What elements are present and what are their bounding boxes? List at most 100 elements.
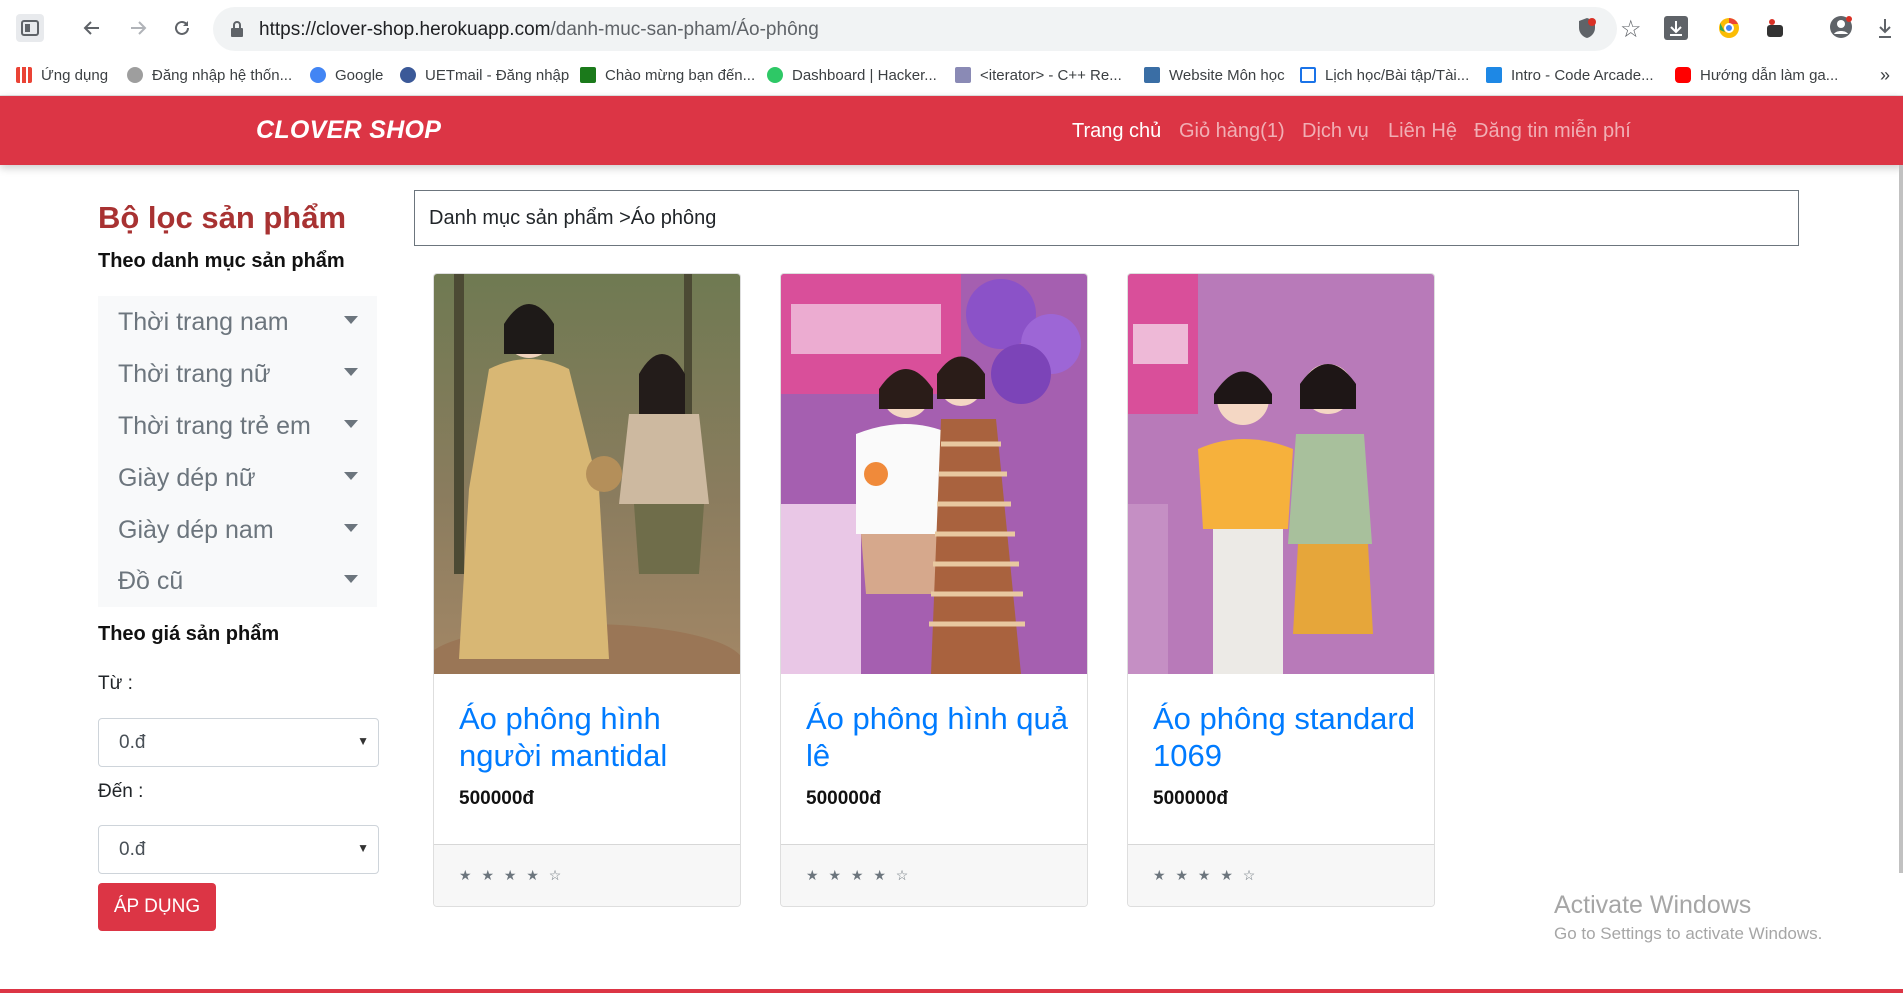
- footer-divider: [0, 989, 1903, 993]
- caret-down-icon: [344, 420, 358, 428]
- bookmark-hackerrank[interactable]: Dashboard | Hacker...: [767, 63, 937, 87]
- apps-grid-icon: [16, 67, 32, 83]
- caret-down-icon: [344, 472, 358, 480]
- category-item[interactable]: Giày dép nữ: [118, 464, 368, 494]
- select-caret-icon: ▼: [357, 734, 369, 748]
- bookmark-label: Ứng dụng: [41, 66, 109, 84]
- bookmark-label: Đăng nhập hệ thốn...: [152, 66, 293, 84]
- bookmark-cpp[interactable]: <iterator> - C++ Re...: [955, 63, 1122, 87]
- product-image[interactable]: [1128, 274, 1434, 674]
- bookmark-youtube[interactable]: Hướng dẫn làm ga...: [1675, 63, 1838, 87]
- nav-services[interactable]: Dịch vụ: [1302, 120, 1369, 143]
- filter-price-heading: Theo giá sản phẩm: [98, 623, 280, 645]
- youtube-icon: [1675, 67, 1691, 83]
- filter-category-heading: Theo danh mục sản phẩm: [98, 250, 345, 272]
- card-footer: ★ ★ ★ ★ ☆: [434, 844, 740, 906]
- rating-stars: ★ ★ ★ ★ ☆: [1153, 867, 1259, 883]
- category-list: Thời trang nam Thời trang nữ Thời trang …: [98, 296, 377, 607]
- product-title[interactable]: Áo phông hình người mantidal: [459, 700, 729, 774]
- bookmark-label: Lịch học/Bài tập/Tài...: [1325, 66, 1470, 84]
- bookmarks-more-button[interactable]: »: [1880, 63, 1890, 87]
- address-bar[interactable]: https://clover-shop.herokuapp.com/danh-m…: [213, 7, 1642, 51]
- price-from-value: 0.đ: [119, 732, 146, 753]
- nav-cart[interactable]: Giỏ hàng(1): [1179, 120, 1285, 143]
- product-card[interactable]: Áo phông standard 1069 500000đ ★ ★ ★ ★ ☆: [1127, 273, 1435, 907]
- bookmark-star-icon[interactable]: ☆: [1620, 15, 1642, 44]
- forward-arrow-icon[interactable]: [124, 14, 152, 42]
- product-price: 500000đ: [1153, 788, 1229, 809]
- rating-stars: ★ ★ ★ ★ ☆: [459, 867, 565, 883]
- product-title[interactable]: Áo phông standard 1069: [1153, 700, 1423, 774]
- category-item[interactable]: Giày dép nam: [118, 516, 368, 546]
- globe-icon: [127, 67, 143, 83]
- filter-title: Bộ lọc sản phẩm: [98, 200, 347, 235]
- rating-stars: ★ ★ ★ ★ ☆: [806, 867, 912, 883]
- card-footer: ★ ★ ★ ★ ☆: [781, 844, 1087, 906]
- extension-icon[interactable]: [1764, 17, 1786, 44]
- price-from-select[interactable]: 0.đ ▼: [98, 718, 379, 767]
- caret-down-icon: [344, 524, 358, 532]
- page-scrollbar[interactable]: [1899, 165, 1903, 873]
- url-text: https://clover-shop.herokuapp.com/danh-m…: [259, 19, 819, 41]
- bookmark-google[interactable]: Google: [310, 63, 383, 87]
- category-label: Thời trang nữ: [118, 360, 271, 388]
- product-image[interactable]: [781, 274, 1087, 674]
- product-title[interactable]: Áo phông hình quả lê: [806, 700, 1076, 774]
- bookmarks-bar: Ứng dụng Đăng nhập hệ thốn... Google UET…: [0, 57, 1903, 96]
- hackerrank-icon: [767, 67, 783, 83]
- category-item[interactable]: Đồ cũ: [118, 567, 368, 597]
- google-icon: [310, 67, 326, 83]
- bookmark-apps[interactable]: Ứng dụng: [16, 63, 108, 87]
- product-price: 500000đ: [459, 788, 535, 809]
- bookmark-welcome[interactable]: Chào mừng bạn đến...: [580, 63, 755, 87]
- caret-down-icon: [344, 368, 358, 376]
- cpp-icon: [955, 67, 971, 83]
- account-avatar-icon[interactable]: [1829, 15, 1853, 44]
- price-to-select[interactable]: 0.đ ▼: [98, 825, 379, 874]
- website-icon: [1144, 67, 1160, 83]
- nav-post-free[interactable]: Đăng tin miễn phí: [1474, 120, 1631, 143]
- price-to-label: Đến :: [98, 781, 144, 802]
- reload-icon[interactable]: [168, 14, 196, 42]
- bookmark-label: Website Môn học: [1169, 66, 1285, 84]
- product-price: 500000đ: [806, 788, 882, 809]
- caret-down-icon: [344, 575, 358, 583]
- bookmark-label: Chào mừng bạn đến...: [605, 66, 756, 84]
- nav-home[interactable]: Trang chủ: [1072, 120, 1161, 143]
- tab-search-icon[interactable]: [16, 14, 44, 42]
- brand-logo[interactable]: CLOVER SHOP: [256, 116, 441, 145]
- code-icon: [580, 67, 596, 83]
- category-item[interactable]: Thời trang nam: [118, 308, 368, 338]
- bookmark-uetmail[interactable]: UETmail - Đăng nhập: [400, 63, 569, 87]
- calendar-icon: [1300, 67, 1316, 83]
- bookmark-label: <iterator> - C++ Re...: [980, 66, 1122, 84]
- nav-contact[interactable]: Liên Hệ: [1388, 120, 1457, 143]
- caret-down-icon: [344, 316, 358, 324]
- bookmark-label: Intro - Code Arcade...: [1511, 66, 1654, 84]
- product-card[interactable]: Áo phông hình quả lê 500000đ ★ ★ ★ ★ ☆: [780, 273, 1088, 907]
- bookmark-label: Google: [335, 66, 384, 84]
- product-image[interactable]: [434, 274, 740, 674]
- category-item[interactable]: Thời trang trẻ em: [118, 412, 368, 442]
- activate-windows-title: Activate Windows: [1554, 891, 1752, 919]
- apply-filter-button[interactable]: ÁP DỤNG: [98, 883, 216, 931]
- price-from-label: Từ :: [98, 673, 133, 694]
- category-item[interactable]: Thời trang nữ: [118, 360, 368, 390]
- card-footer: ★ ★ ★ ★ ☆: [1128, 844, 1434, 906]
- downloads-arrow-icon[interactable]: [1877, 17, 1893, 44]
- bookmark-login[interactable]: Đăng nhập hệ thốn...: [127, 63, 292, 87]
- breadcrumb-text[interactable]: Danh mục sản phẩm >Áo phông: [429, 207, 716, 230]
- bookmark-label: Dashboard | Hacker...: [792, 66, 937, 84]
- codesignal-icon: [1486, 67, 1502, 83]
- back-arrow-icon[interactable]: [78, 14, 106, 42]
- category-label: Thời trang nam: [118, 308, 289, 336]
- shield-icon[interactable]: [1577, 17, 1597, 44]
- product-card[interactable]: Áo phông hình người mantidal 500000đ ★ ★…: [433, 273, 741, 907]
- download-icon[interactable]: [1664, 16, 1688, 40]
- bookmark-website[interactable]: Website Môn học: [1144, 63, 1285, 87]
- bookmark-schedule[interactable]: Lịch học/Bài tập/Tài...: [1300, 63, 1469, 87]
- bookmark-codearcade[interactable]: Intro - Code Arcade...: [1486, 63, 1654, 87]
- chrome-extension-icon[interactable]: [1718, 17, 1740, 44]
- category-label: Giày dép nam: [118, 516, 274, 544]
- bookmark-label: Hướng dẫn làm ga...: [1700, 66, 1839, 84]
